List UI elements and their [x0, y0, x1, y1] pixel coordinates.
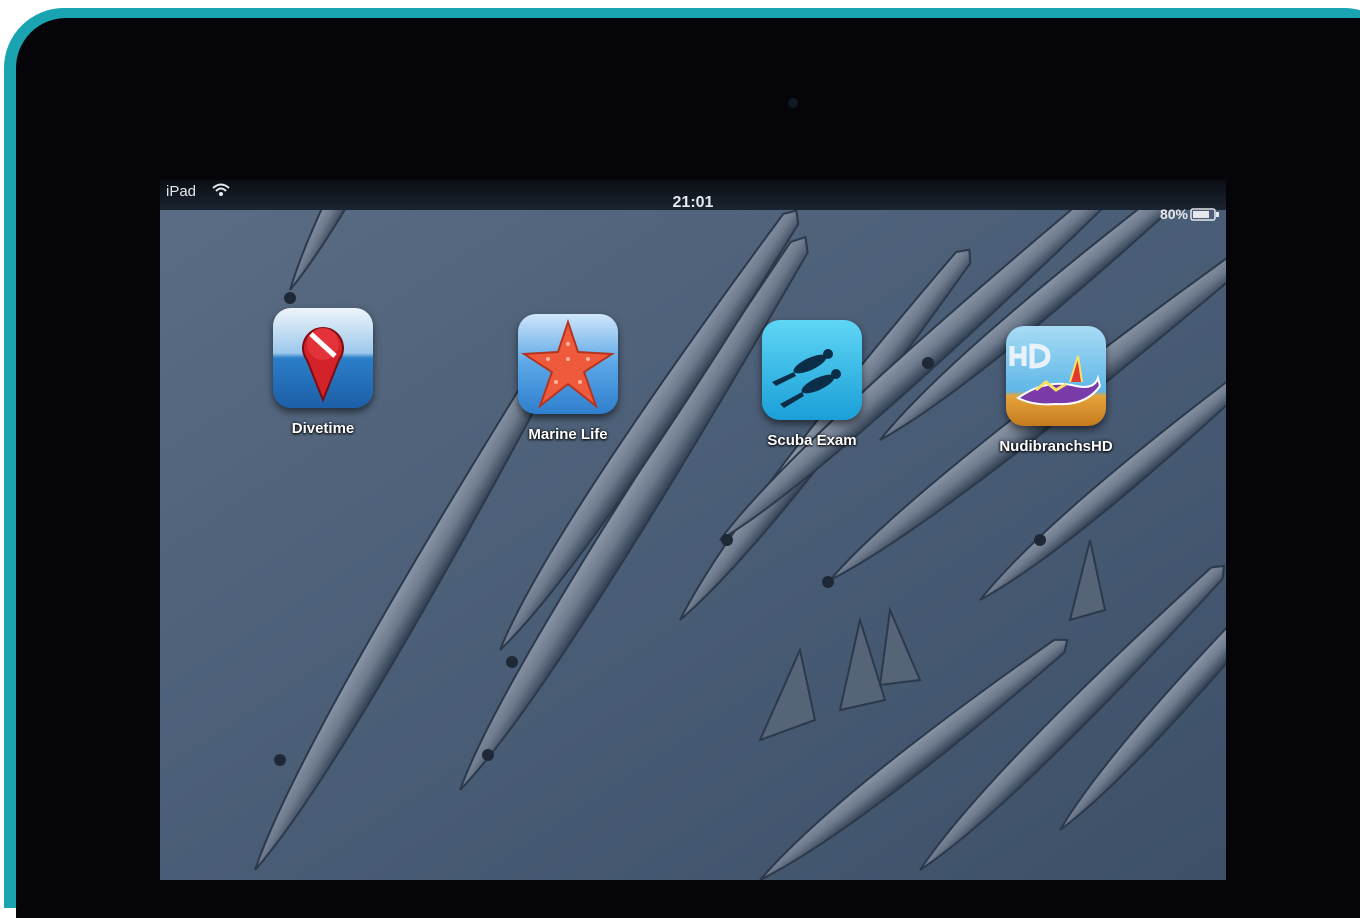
- app-label: Marine Life: [528, 426, 608, 443]
- barracuda-wallpaper: [160, 180, 1226, 880]
- app-marine-life[interactable]: Marine Life: [488, 314, 648, 443]
- home-screen: iPad 21:01 80% Divetime Marine Life Scub…: [160, 180, 1226, 880]
- scuba-divers-icon[interactable]: [762, 320, 862, 420]
- app-label: Scuba Exam: [767, 432, 857, 449]
- status-time: 21:01: [672, 194, 714, 211]
- starfish-icon[interactable]: [518, 314, 618, 414]
- app-divetime[interactable]: Divetime: [243, 308, 403, 437]
- status-bar: iPad 21:01 80%: [160, 180, 1226, 222]
- front-camera: [788, 98, 798, 108]
- nudibranch-icon[interactable]: [1006, 326, 1106, 426]
- app-nudibranchshd[interactable]: NudibranchsHD: [976, 326, 1136, 455]
- battery-icon: [1190, 208, 1219, 221]
- app-label: NudibranchsHD: [999, 438, 1113, 455]
- map-pin-dive-flag-icon[interactable]: [273, 308, 373, 408]
- app-label: Divetime: [291, 420, 355, 437]
- battery-percent: 80%: [1159, 206, 1188, 222]
- app-scuba-exam[interactable]: Scuba Exam: [732, 320, 892, 449]
